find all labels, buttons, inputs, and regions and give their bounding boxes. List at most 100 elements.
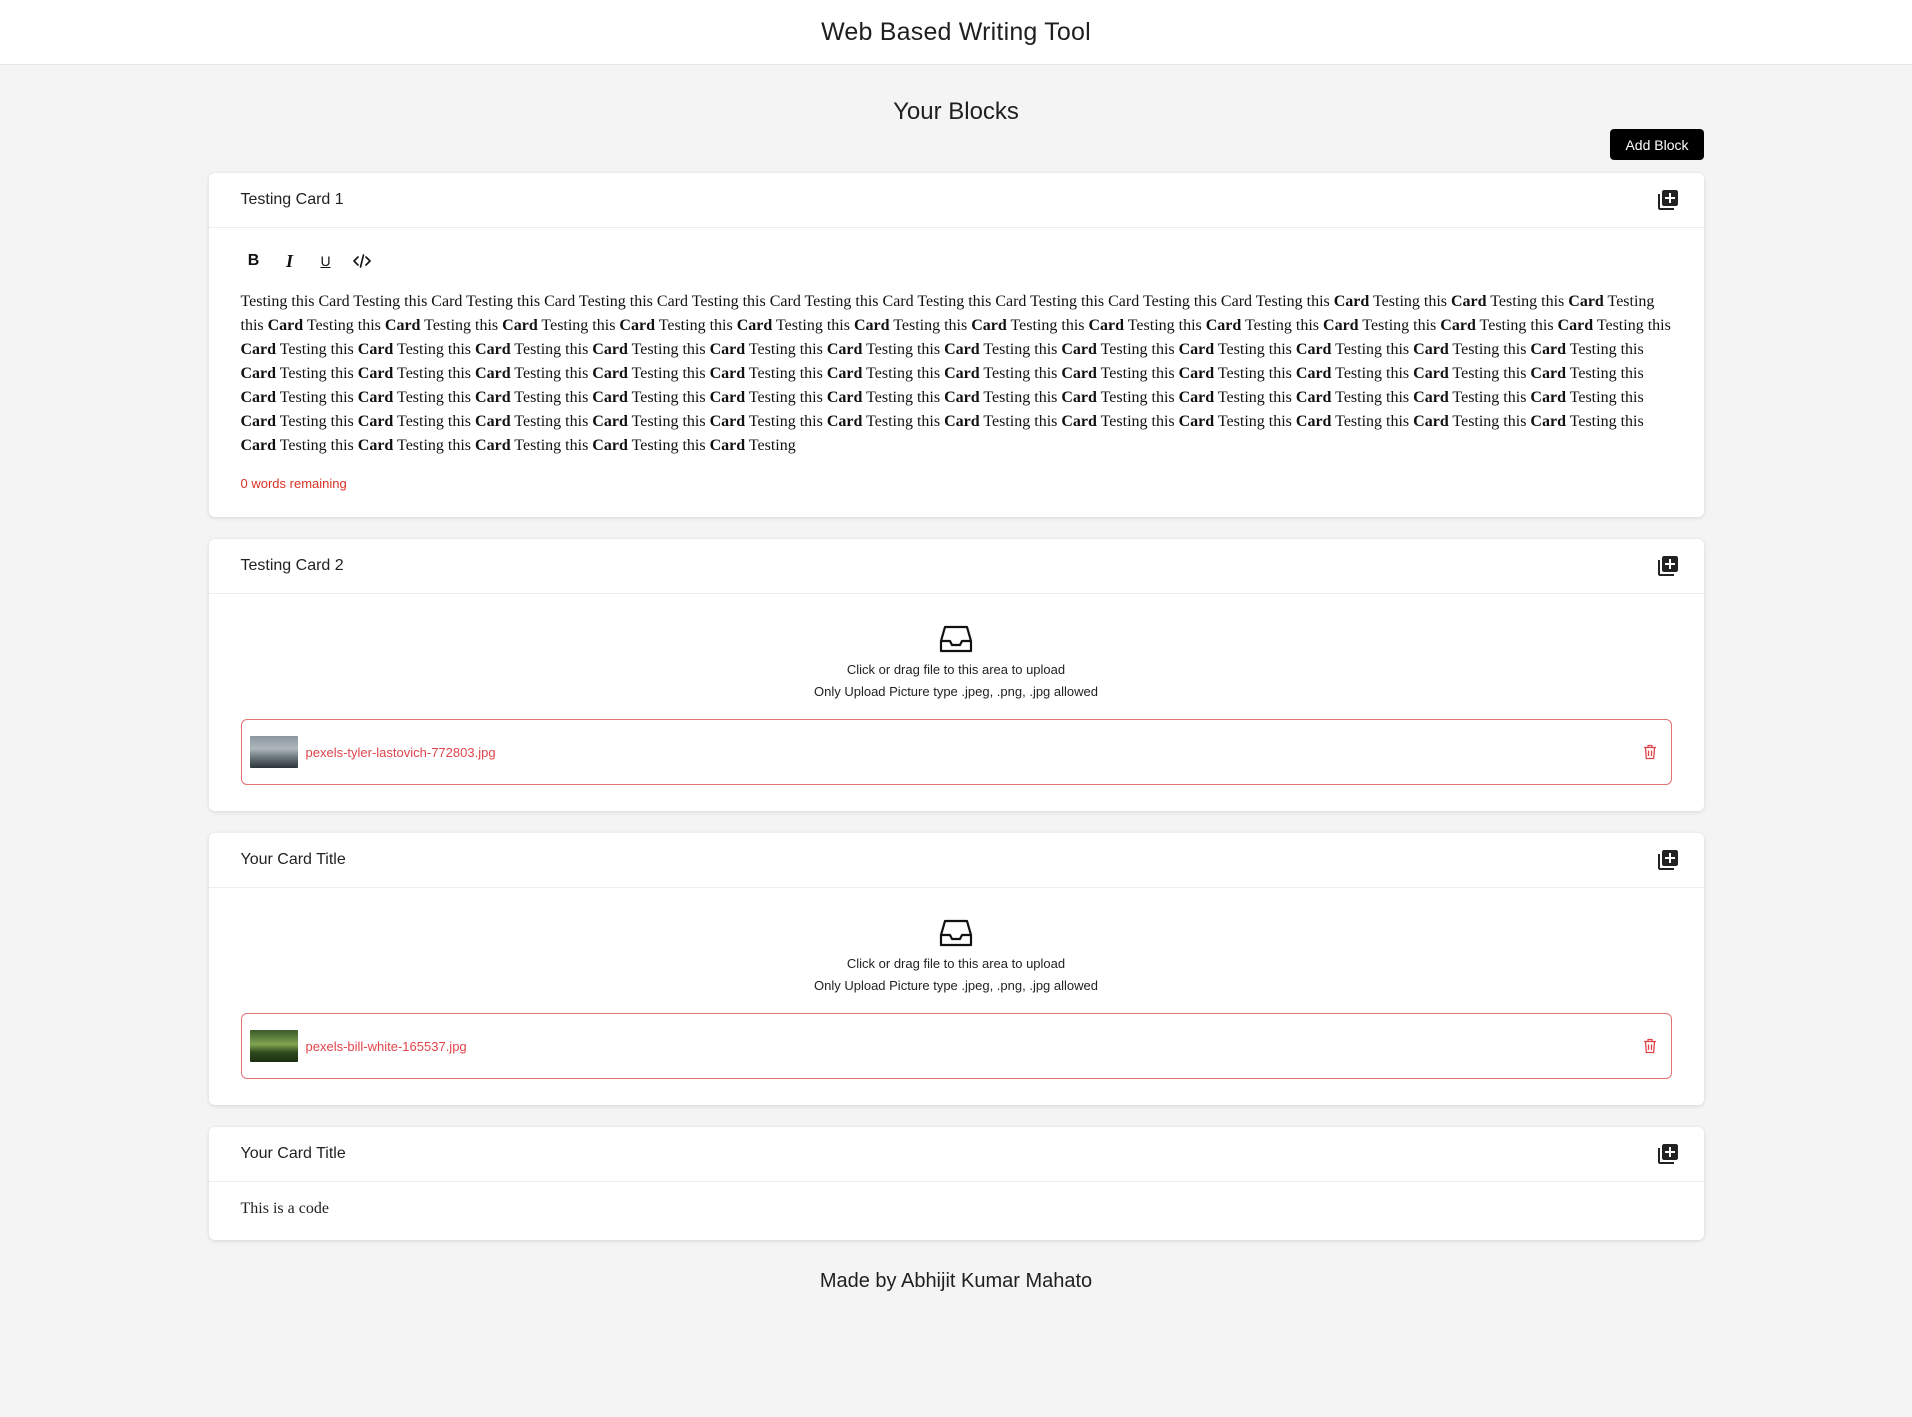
bold-text-run: Card [384,317,421,334]
page-toolbar: Add Block [209,129,1704,160]
bold-text-run: Card [826,341,863,358]
bold-text-run: Card [475,341,511,358]
file-thumbnail [249,1030,298,1062]
text-run: Testing this [510,365,593,382]
bold-text-run: Card [240,413,277,430]
text-run: Testing this [510,341,593,358]
code-icon[interactable] [349,248,375,274]
underline-icon[interactable]: U [313,248,339,274]
bold-text-run: Card [619,317,655,334]
bold-text-run: Card [1178,341,1215,358]
text-run: Testing this [276,341,358,358]
block-card: Your Card Title Click or drag file to th… [208,833,1704,1105]
upload-dropzone[interactable]: Click or drag file to this area to uploa… [241,908,1672,997]
bold-text-run: Card [709,341,746,358]
bold-text-run: Card [944,413,980,430]
duplicate-block-icon[interactable] [1656,554,1680,578]
bold-text-run: Card [1295,341,1332,358]
add-block-button[interactable]: Add Block [1610,129,1704,160]
bold-text-run: Card [1568,293,1604,310]
text-run: Testing this [276,365,358,382]
text-run: Testing this [420,317,503,334]
text-run: Testing this [1593,317,1671,334]
file-name-link[interactable]: pexels-bill-white-165537.jpg [306,1039,1643,1054]
duplicate-block-icon[interactable] [1656,1142,1680,1166]
bold-text-run: Card [944,341,980,358]
text-run: Testing this [745,341,827,358]
text-run: Testing this [393,437,476,454]
text-run: Testing this [1358,317,1441,334]
bold-text-run: Card [592,437,628,454]
text-run: Testing this Card Testing this Card Test… [240,293,1334,310]
text-run: Testing this [276,413,358,430]
text-run: Testing this [1331,365,1414,382]
bold-text-run: Card [736,317,773,334]
text-run: Testing this [1096,413,1179,430]
bold-text-run: Card [1530,389,1566,406]
bold-text-run: Card [944,389,980,406]
text-editor[interactable]: Testing this Card Testing this Card Test… [241,290,1672,458]
bold-text-run: Card [1530,365,1566,382]
text-run: Testing this [393,413,476,430]
file-thumbnail [249,736,298,768]
duplicate-block-icon[interactable] [1656,188,1680,212]
text-run: Testing this [1096,365,1179,382]
text-run: Testing this [1448,365,1531,382]
text-run: Testing this [979,389,1062,406]
bold-text-run: Card [1413,365,1449,382]
card-header: Testing Card 1 [208,173,1704,228]
text-run: Testing this [1448,389,1531,406]
bold-text-run: Card [1178,389,1215,406]
app-title: Web Based Writing Tool [821,17,1091,46]
bold-text-run: Card [357,389,394,406]
card-body: B I U Testing this Card Testing this Car… [209,228,1704,517]
text-run: Testing this [862,365,945,382]
text-run: Testing this [537,317,620,334]
bold-text-run: Card [971,317,1007,334]
bold-text-run: Card [592,413,628,430]
card-title: Testing Card 1 [240,191,344,208]
text-run: Testing this [1475,317,1558,334]
text-run: Testing this [510,389,593,406]
bold-text-run: Card [592,389,628,406]
bold-text-run: Card [357,437,394,454]
bold-text-run: Card [1061,341,1097,358]
block-card: Testing Card 1 B I U Testing this Card T… [208,173,1704,517]
bold-text-run: Card [240,437,277,454]
bold-text-run: Card [475,365,511,382]
bold-text-run: Card [1440,317,1476,334]
upload-hint: Only Upload Picture type .jpeg, .png, .j… [813,684,1098,699]
delete-icon[interactable] [1643,744,1657,760]
bold-text-run: Card [1413,341,1449,358]
text-run: Testing this [862,413,945,430]
bold-text-run: Card [1323,317,1359,334]
bold-text-run: Card [1413,389,1449,406]
italic-icon[interactable]: I [277,248,303,274]
duplicate-block-icon[interactable] [1656,848,1680,872]
bold-text-run: Card [1295,389,1332,406]
text-run: Testing this [510,437,593,454]
text-run: Testing this [745,413,827,430]
text-run: Testing this [1331,389,1414,406]
code-block-text[interactable]: This is a code [241,1200,1672,1218]
text-run: Testing this [393,365,476,382]
card-header: Your Card Title [208,833,1704,888]
bold-text-run: Card [475,413,511,430]
text-run: Testing this [627,389,710,406]
bold-text-run: Card [1333,293,1370,310]
bold-text-run: Card [1061,389,1097,406]
bold-icon[interactable]: B [241,248,267,274]
block-card: Your Card Title This is a code [208,1127,1704,1240]
text-run: Testing this [1565,341,1644,358]
bold-text-run: Card [709,365,746,382]
delete-icon[interactable] [1643,1038,1657,1054]
bold-text-run: Card [240,389,277,406]
upload-dropzone[interactable]: Click or drag file to this area to uploa… [241,614,1672,703]
text-run: Testing this [1006,317,1089,334]
file-name-link[interactable]: pexels-tyler-lastovich-772803.jpg [306,745,1643,760]
bold-text-run: Card [240,365,277,382]
bold-text-run: Card [709,413,746,430]
text-run: Testing this [1565,413,1644,430]
text-run: Testing this [393,389,476,406]
text-run: Testing this [745,365,827,382]
